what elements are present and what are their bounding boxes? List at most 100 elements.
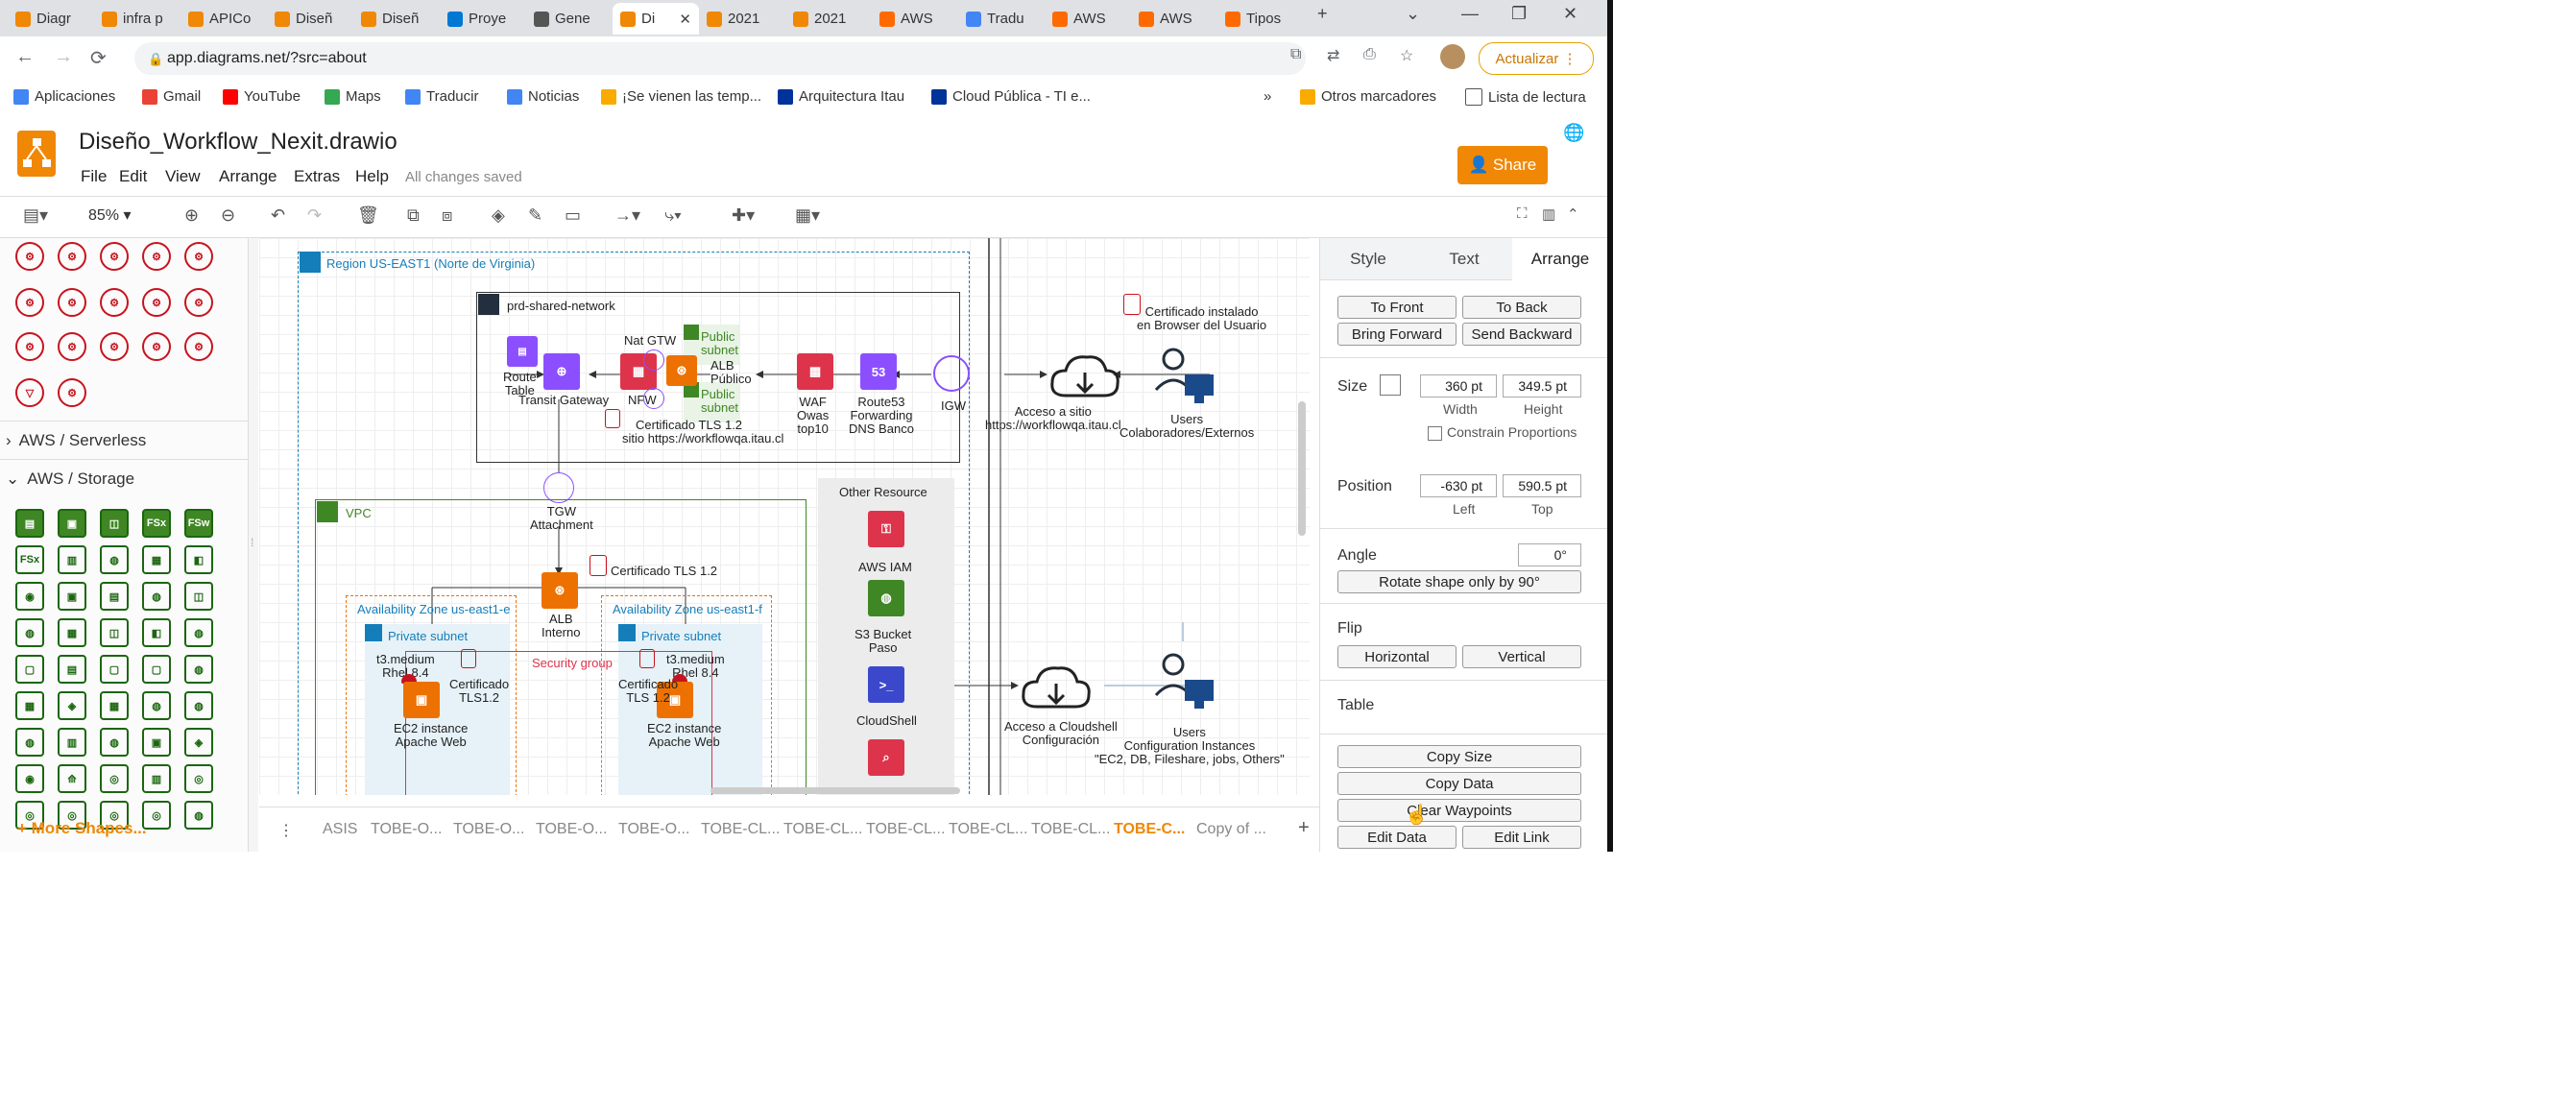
alb-internal-icon[interactable]: ⊛: [542, 572, 578, 609]
shape-icon[interactable]: ⚙: [58, 288, 86, 317]
tab-text[interactable]: Text: [1416, 238, 1512, 280]
left-input[interactable]: -630 pt: [1420, 474, 1497, 497]
storage-shape-icon[interactable]: ◈: [58, 691, 86, 720]
shape-icon[interactable]: ▽: [15, 378, 44, 407]
storage-shape-icon[interactable]: ◍: [100, 545, 129, 574]
shape-icon[interactable]: ⚙: [100, 332, 129, 361]
format-panel-icon[interactable]: ▥: [1542, 205, 1555, 223]
top-input[interactable]: 590.5 pt: [1503, 474, 1581, 497]
edit-data-button[interactable]: Edit Data: [1337, 826, 1457, 849]
bookmark-news[interactable]: Noticias: [507, 88, 579, 105]
page-tab[interactable]: TOBE-CL...: [783, 821, 862, 838]
storage-shape-icon[interactable]: ▥: [58, 545, 86, 574]
nat-gateway-icon[interactable]: [643, 349, 664, 371]
bookmark-arquitectura[interactable]: Arquitectura Itau: [778, 88, 904, 105]
page-tab[interactable]: Copy of ...: [1196, 821, 1266, 838]
browser-tab[interactable]: Diagr: [8, 3, 94, 35]
storage-shape-icon[interactable]: ◍: [184, 691, 213, 720]
shape-icon[interactable]: ⚙: [100, 288, 129, 317]
storage-shape-icon[interactable]: ▢: [15, 655, 44, 684]
browser-tab[interactable]: Tradu: [958, 3, 1045, 35]
route-table-icon[interactable]: ▤: [507, 336, 538, 367]
constrain-checkbox[interactable]: [1428, 426, 1442, 441]
route53-icon[interactable]: 53: [860, 353, 897, 390]
more-bookmarks-icon[interactable]: »: [1264, 88, 1271, 105]
igw-icon[interactable]: [933, 355, 970, 392]
storage-shape-icon[interactable]: ◍: [184, 801, 213, 830]
zoom-select[interactable]: 85% ▾: [88, 205, 132, 225]
shape-icon[interactable]: ⚙: [58, 378, 86, 407]
storage-shape-icon[interactable]: ▦: [100, 691, 129, 720]
line-color-icon[interactable]: ✎: [528, 205, 542, 226]
storage-shape-icon[interactable]: ▢: [100, 655, 129, 684]
storage-shape-icon[interactable]: ▦: [15, 691, 44, 720]
edit-link-button[interactable]: Edit Link: [1462, 826, 1581, 849]
shape-icon[interactable]: ⚙: [142, 288, 171, 317]
bookmark-reading-list[interactable]: Lista de lectura: [1465, 88, 1586, 106]
browser-tab[interactable]: AWS: [1131, 3, 1217, 35]
close-tab-icon[interactable]: ✕: [679, 11, 691, 28]
internet-cloud-icon[interactable]: [1047, 349, 1123, 403]
close-window-icon[interactable]: ✕: [1563, 4, 1577, 24]
shape-icon[interactable]: ⚙: [15, 332, 44, 361]
insert-icon[interactable]: ✚▾: [732, 205, 755, 226]
vertical-scrollbar[interactable]: [1298, 401, 1306, 536]
angle-input[interactable]: 0°: [1518, 543, 1581, 566]
height-input[interactable]: 349.5 pt: [1503, 374, 1581, 397]
ec2-e-icon[interactable]: ▣: [403, 682, 440, 718]
storage-shape-icon[interactable]: ◫: [184, 582, 213, 611]
storage-shape-icon[interactable]: ▢: [142, 655, 171, 684]
search-service-icon[interactable]: ⌕: [868, 739, 904, 776]
nat-gateway-icon[interactable]: [643, 388, 664, 409]
storage-shape-icon[interactable]: ◍: [142, 691, 171, 720]
browser-tab[interactable]: 2021: [785, 3, 872, 35]
storage-shape-icon[interactable]: ◫: [100, 509, 129, 538]
share-page-icon[interactable]: ⎙: [1363, 46, 1376, 63]
shape-icon[interactable]: ⚙: [142, 332, 171, 361]
url-input[interactable]: app.diagrams.net/?src=about: [134, 42, 1306, 75]
fill-color-icon[interactable]: ◈: [492, 205, 505, 226]
storage-shape-icon[interactable]: ◍: [184, 655, 213, 684]
lock-icon[interactable]: 🔒: [148, 52, 163, 67]
menu-file[interactable]: File: [81, 167, 107, 186]
browser-tab[interactable]: Diseñ: [267, 3, 353, 35]
bookmark-cloud[interactable]: Cloud Pública - TI e...: [931, 88, 1091, 105]
panel-toggle-icon[interactable]: ▤▾: [23, 205, 48, 226]
collapse-icon[interactable]: ⌃: [1567, 205, 1579, 223]
users-icon[interactable]: [1152, 346, 1216, 409]
storage-shape-icon[interactable]: ⟰: [58, 764, 86, 793]
storage-shape-icon[interactable]: ◉: [15, 582, 44, 611]
storage-shape-icon[interactable]: ▣: [58, 582, 86, 611]
browser-tab[interactable]: Proye: [440, 3, 526, 35]
shape-icon[interactable]: ⚙: [184, 288, 213, 317]
reload-icon[interactable]: ⟳: [90, 46, 107, 70]
forward-icon[interactable]: →: [54, 46, 73, 68]
redo-icon[interactable]: ↷: [307, 205, 322, 226]
fullscreen-icon[interactable]: ⛶: [1517, 205, 1528, 222]
page-tab[interactable]: TOBE-O...: [536, 821, 607, 838]
page-tab[interactable]: TOBE-O...: [618, 821, 689, 838]
page-tab[interactable]: TOBE-CL...: [1031, 821, 1110, 838]
aws-iam-icon[interactable]: ⚿: [868, 511, 904, 547]
menu-edit[interactable]: Edit: [119, 167, 147, 186]
panel-splitter[interactable]: ⁞: [249, 238, 258, 852]
storage-shape-icon[interactable]: ◎: [100, 764, 129, 793]
browser-tab[interactable]: AWS: [872, 3, 958, 35]
menu-view[interactable]: View: [165, 167, 201, 186]
browser-tab[interactable]: Tipos: [1217, 3, 1304, 35]
browser-tab[interactable]: Diseñ: [353, 3, 440, 35]
alb-public-icon[interactable]: ⊛: [666, 355, 697, 386]
shape-icon[interactable]: ⚙: [184, 242, 213, 271]
page-tab[interactable]: TOBE-O...: [371, 821, 442, 838]
storage-shape-icon[interactable]: ◍: [100, 728, 129, 757]
horizontal-scrollbar[interactable]: [710, 787, 960, 794]
users-config-icon[interactable]: [1152, 651, 1216, 714]
waf-icon[interactable]: ▩: [797, 353, 833, 390]
menu-extras[interactable]: Extras: [294, 167, 340, 186]
shape-icon[interactable]: ⚙: [184, 332, 213, 361]
storage-shape-icon[interactable]: ▦: [142, 545, 171, 574]
send-backward-button[interactable]: Send Backward: [1462, 323, 1581, 346]
storage-shape-icon[interactable]: ▥: [58, 728, 86, 757]
diagram-canvas[interactable]: Region US-EAST1 (Norte de Virginia) prd-…: [259, 238, 1310, 795]
bookmark-apps[interactable]: Aplicaciones: [13, 88, 115, 105]
